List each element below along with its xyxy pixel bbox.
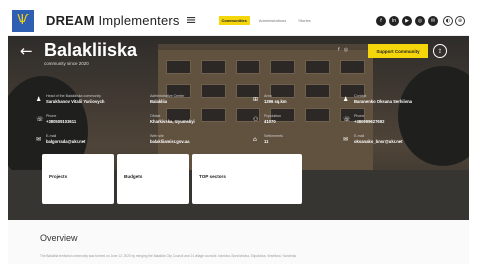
person-icon: ♟	[343, 96, 349, 103]
info-value[interactable]: +380509103611	[46, 119, 141, 125]
info-website: Web site balakliiamisr.gov.ua	[150, 134, 245, 145]
info-value: 41070	[264, 119, 276, 124]
main-nav: Communities Administrations Stories	[218, 16, 314, 25]
info-value[interactable]: balgorrada@ukr.net	[46, 139, 141, 145]
nav-item-stories[interactable]: Stories	[295, 16, 313, 25]
info-value[interactable]: balakliiamisr.gov.ua	[150, 139, 245, 145]
info-value: 1296 sq.km	[264, 99, 287, 104]
info-value: Sarukhanov Vitalii Yuriiovych	[46, 99, 105, 104]
info-center: Administrative Center Balakliia	[150, 94, 230, 105]
instagram-icon[interactable]: ◎	[415, 15, 425, 26]
info-population: Population 41070	[264, 114, 334, 125]
info-head: Head of the Balakliiska community Sarukh…	[46, 94, 141, 105]
info-value[interactable]: oksanako_bnsr@ukr.net	[354, 139, 454, 145]
brand-name[interactable]: DREAM Implementers	[46, 13, 180, 28]
hero-social-icons: f ◎	[338, 47, 348, 53]
overview-text: The Balakliia territorial community was …	[40, 254, 297, 258]
info-phone-2: Phone +380999627692	[354, 114, 454, 125]
population-icon: ⚇	[253, 116, 259, 123]
person-icon: ♟	[36, 96, 42, 103]
info-value: Balakliia	[150, 99, 167, 104]
info-value: Baranenko Oksana Serhiivna	[354, 99, 412, 104]
phone-icon: ☏	[343, 116, 351, 123]
info-settlements: Settlements 11	[264, 134, 334, 145]
nav-item-communities[interactable]: Communities	[218, 16, 250, 25]
language-icon[interactable]: ⊕	[455, 15, 465, 26]
facebook-icon[interactable]: f	[376, 15, 386, 26]
overview-title: Overview	[40, 233, 78, 243]
support-community-button[interactable]: Support Community	[368, 44, 428, 58]
logo[interactable]: Ѱ	[12, 9, 34, 32]
mail-icon: ✉	[36, 136, 42, 143]
hero-section: ← Balakliiska community since 2020 f ◎ S…	[8, 36, 469, 220]
back-arrow-icon[interactable]: ←	[20, 42, 33, 60]
info-contact: Contact Baranenko Oksana Serhiivna	[354, 94, 454, 105]
info-value: Kharkivska, Izyumskyi	[150, 119, 195, 124]
info-email-2: E-mail oksanako_bnsr@ukr.net	[354, 134, 454, 145]
contrast-icon[interactable]: ◐	[443, 15, 453, 26]
card-top-sectors[interactable]: TOP sectors	[192, 154, 302, 204]
info-oblast: Oblast Kharkivska, Izyumskyi	[150, 114, 245, 125]
facebook-icon[interactable]: f	[338, 47, 340, 53]
menu-icon[interactable]: ≡	[186, 13, 197, 28]
area-icon: ⊞	[253, 96, 259, 103]
info-area: Area 1296 sq.km	[264, 94, 334, 105]
youtube-icon[interactable]: ▶	[402, 15, 412, 26]
share-icon[interactable]: ⇪	[433, 44, 447, 58]
info-value: 11	[264, 139, 269, 144]
brand-bold: DREAM	[46, 13, 95, 28]
phone-icon: ☏	[36, 116, 44, 123]
brand-rest: Implementers	[94, 13, 180, 28]
mail-icon: ✉	[343, 136, 349, 143]
instagram-icon[interactable]: ◎	[344, 47, 348, 53]
top-header: Ѱ DREAM Implementers ≡ Communities Admin…	[8, 6, 469, 36]
community-title: Balakliiska	[44, 40, 138, 60]
community-since: community since 2020	[44, 61, 89, 66]
info-email: E-mail balgorrada@ukr.net	[46, 134, 141, 145]
accessibility-controls: ◐ ⊕	[443, 15, 465, 26]
nav-item-administrations[interactable]: Administrations	[256, 16, 289, 25]
card-budgets[interactable]: Budgets	[117, 154, 189, 204]
mail-icon[interactable]: ✉	[428, 15, 438, 26]
settlements-icon: ⌂	[253, 136, 257, 143]
info-phone: Phone +380509103611	[46, 114, 141, 125]
linkedin-icon[interactable]: in	[389, 15, 399, 26]
social-links: f in ▶ ◎ ✉	[376, 15, 438, 26]
info-value[interactable]: +380999627692	[354, 119, 454, 125]
trident-icon: Ѱ	[17, 13, 29, 28]
card-projects[interactable]: Projects	[42, 154, 114, 204]
